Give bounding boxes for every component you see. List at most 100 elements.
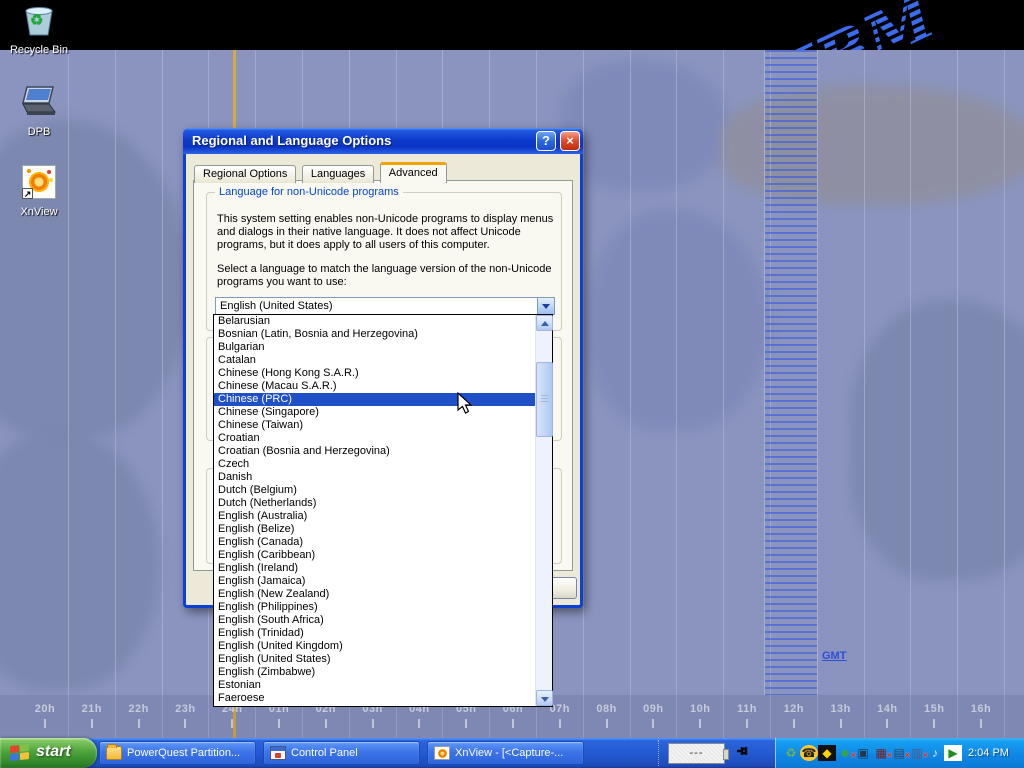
volume-icon[interactable]: ♪ — [926, 745, 944, 761]
close-button[interactable]: × — [560, 131, 580, 151]
taskbar: start PowerQuest Partition... Control Pan… — [0, 738, 1024, 768]
system-tray: ♻☎◆☻×▣▦×▤×▥×♪▶ 2:04 PM — [775, 738, 1024, 768]
hour-tick — [933, 719, 935, 728]
hour-tick — [606, 719, 608, 728]
pc-error-icon[interactable]: ▤× — [890, 745, 908, 761]
list-item[interactable]: Estonian — [214, 679, 535, 692]
taskbar-button-label: Control Panel — [291, 747, 358, 759]
list-item[interactable]: Bosnian (Latin, Bosnia and Herzegovina) — [214, 328, 535, 341]
list-item[interactable]: Danish — [214, 471, 535, 484]
scrollbar-thumb[interactable] — [536, 362, 553, 437]
list-item[interactable]: English (Caribbean) — [214, 549, 535, 562]
taskbar-button[interactable]: XnView - [<Capture-... — [427, 741, 584, 765]
map-continent-shape — [850, 300, 1024, 580]
ibm-logo-text: IBM — [777, 0, 948, 50]
timezone-boundary-line — [630, 50, 631, 738]
list-item[interactable]: Belarusian — [214, 315, 535, 328]
start-label: start — [36, 743, 71, 761]
laptop-icon — [19, 85, 59, 124]
list-item[interactable]: Croatian (Bosnia and Herzegovina) — [214, 445, 535, 458]
list-item[interactable]: Catalan — [214, 354, 535, 367]
list-item[interactable]: Dutch (Netherlands) — [214, 497, 535, 510]
taskbar-clock[interactable]: 2:04 PM — [968, 747, 1009, 759]
hour-tick — [372, 719, 374, 728]
list-item-selected[interactable]: Chinese (PRC) — [214, 393, 535, 406]
list-item[interactable]: English (South Africa) — [214, 614, 535, 627]
list-item[interactable]: English (New Zealand) — [214, 588, 535, 601]
list-item[interactable]: English (United States) — [214, 653, 535, 666]
tab-regional-options[interactable]: Regional Options — [194, 165, 296, 183]
hour-label: 11h — [737, 703, 757, 715]
task-indicator-icon[interactable]: ▶ — [944, 745, 962, 761]
list-item[interactable]: English (Ireland) — [214, 562, 535, 575]
list-item[interactable]: Chinese (Taiwan) — [214, 419, 535, 432]
hour-label: 16h — [971, 703, 991, 715]
list-item[interactable]: English (Trinidad) — [214, 627, 535, 640]
list-item[interactable]: Bulgarian — [214, 341, 535, 354]
list-item[interactable]: Dutch (Belgium) — [214, 484, 535, 497]
list-item[interactable]: English (Canada) — [214, 536, 535, 549]
users-blocked-icon[interactable]: ☻× — [836, 745, 854, 761]
dialog-titlebar[interactable]: Regional and Language Options ? × — [183, 128, 583, 154]
app-grid-error-icon[interactable]: ▦× — [872, 745, 890, 761]
mouse-cursor — [457, 392, 477, 416]
timezone-boundary-line — [1004, 50, 1005, 738]
shortcut-arrow-icon: ↗ — [22, 188, 33, 199]
list-item[interactable]: Faeroese — [214, 692, 535, 705]
help-button[interactable]: ? — [536, 131, 556, 151]
xnview-shortcut-icon: ↗ — [22, 165, 56, 199]
language-dropdown-list[interactable]: BelarusianBosnian (Latin, Bosnia and Her… — [213, 314, 553, 707]
start-button[interactable]: start — [0, 738, 97, 768]
hotswap-device-icon[interactable]: ♻ — [782, 745, 800, 761]
hour-tick — [91, 719, 93, 728]
list-item[interactable]: Czech — [214, 458, 535, 471]
hour-tick — [652, 719, 654, 728]
list-item[interactable]: Chinese (Hong Kong S.A.R.) — [214, 367, 535, 380]
scroll-up-button[interactable] — [536, 315, 553, 331]
list-item[interactable]: Croatian — [214, 432, 535, 445]
hour-tick — [231, 719, 233, 728]
map-continent-shape — [590, 210, 770, 430]
network-disconnected-icon[interactable]: ▥× — [908, 745, 926, 761]
arrow-down-icon — [541, 697, 549, 702]
list-item[interactable]: English (Jamaica) — [214, 575, 535, 588]
control-panel-icon — [270, 746, 286, 760]
desktop: GMT 20h21h22h23h24h01h02h03h04h05h06h07h… — [0, 0, 1024, 768]
desktop-icon-label: XnView — [1, 206, 77, 218]
timezone-boundary-line — [676, 50, 677, 738]
list-item[interactable]: English (Zimbabwe) — [214, 666, 535, 679]
list-item[interactable]: English (Belize) — [214, 523, 535, 536]
list-item[interactable]: English (United Kingdom) — [214, 640, 535, 653]
network-computers-icon[interactable]: ▣ — [854, 745, 872, 761]
desktop-icon-dpb[interactable]: DPB — [1, 85, 77, 138]
warning-diamond-icon[interactable]: ◆ — [818, 745, 836, 761]
hour-label: 10h — [690, 703, 710, 715]
group-caption: Language for non-Unicode programs — [215, 186, 403, 198]
combobox-dropdown-button[interactable] — [537, 298, 554, 314]
hour-tick — [793, 719, 795, 728]
hour-tick — [980, 719, 982, 728]
dropdown-scrollbar[interactable] — [535, 315, 552, 706]
taskbar-button[interactable]: PowerQuest Partition... — [99, 741, 256, 765]
tab-languages[interactable]: Languages — [302, 165, 374, 183]
desktop-icon-xnview[interactable]: ↗ XnView — [1, 165, 77, 218]
language-combobox[interactable]: English (United States) — [215, 297, 555, 315]
hour-tick — [559, 719, 561, 728]
list-item[interactable]: Chinese (Macau S.A.R.) — [214, 380, 535, 393]
chevron-down-icon — [542, 304, 550, 313]
hour-tick — [418, 719, 420, 728]
list-item[interactable]: Chinese (Singapore) — [214, 406, 535, 419]
tab-advanced[interactable]: Advanced — [380, 162, 447, 183]
timezone-boundary-line — [910, 50, 911, 738]
desktop-icon-recycle-bin[interactable]: ♻ Recycle Bin — [1, 5, 77, 56]
support-phone-icon[interactable]: ☎ — [800, 745, 818, 761]
list-item[interactable]: English (Philippines) — [214, 601, 535, 614]
scroll-down-button[interactable] — [536, 690, 553, 706]
hour-tick — [840, 719, 842, 728]
hour-label: 21h — [82, 703, 102, 715]
language-non-unicode-group: Language for non-Unicode programs This s… — [206, 192, 562, 331]
taskbar-button[interactable]: Control Panel — [263, 741, 420, 765]
timezone-boundary-line — [68, 50, 69, 738]
battery-meter-icon: --- — [668, 743, 725, 764]
list-item[interactable]: English (Australia) — [214, 510, 535, 523]
